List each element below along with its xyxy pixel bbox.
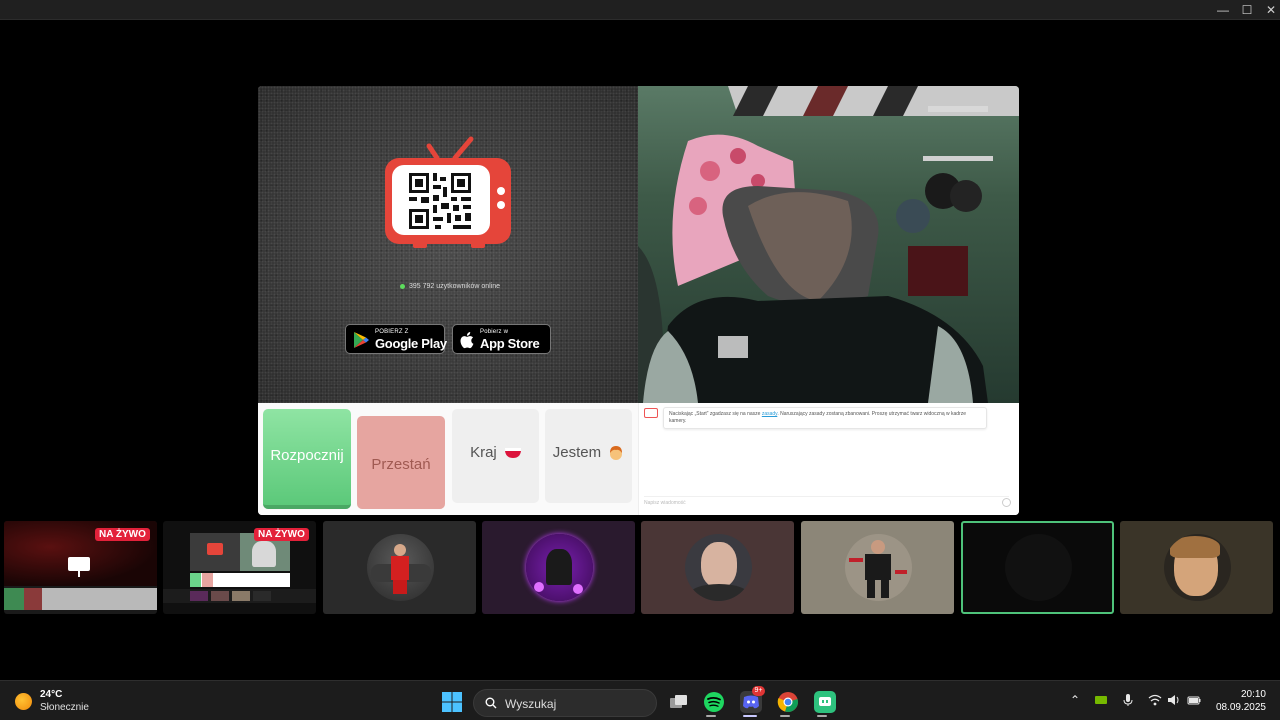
screen: — ☐ ✕ 395 792 użytkowników online POBIER…: [0, 0, 1280, 720]
emoji-icon[interactable]: [1002, 498, 1011, 507]
stop-button-label: Przestań: [371, 456, 431, 473]
discord-running-indicator: [743, 715, 757, 717]
own-video-placeholder: 395 792 użytkowników online POBIERZ Z Go…: [258, 86, 638, 403]
avatar: [1005, 534, 1072, 601]
country-selector-content: Kraj: [452, 444, 539, 461]
app-store-small-text: Pobierz w: [480, 329, 509, 335]
system-message-icon: [644, 408, 658, 418]
user-tile-8[interactable]: [1120, 521, 1273, 614]
apple-icon: [460, 332, 474, 349]
user-tile-3[interactable]: [323, 521, 476, 614]
app-store-label: App Store: [480, 336, 540, 351]
clock-date: 08.09.2025: [1215, 702, 1266, 713]
chat-app-icon[interactable]: [814, 691, 836, 713]
user-tile-5[interactable]: [641, 521, 794, 614]
stranger-video-frame: [638, 86, 1019, 403]
app-store-button[interactable]: Pobierz w App Store: [452, 324, 551, 354]
live-tile-1[interactable]: NA ŻYWO: [4, 521, 157, 614]
battery-icon[interactable]: [1187, 693, 1201, 707]
country-selector[interactable]: Kraj: [452, 409, 539, 503]
spotify-icon[interactable]: [703, 691, 725, 713]
tile-controls-strip: [190, 573, 290, 587]
chevron-up-icon[interactable]: ⌃: [1068, 693, 1082, 707]
sun-icon[interactable]: [15, 693, 32, 710]
chat-app-running-indicator: [817, 715, 827, 717]
monitor-stand: [78, 571, 80, 577]
live-badge: NA ŻYWO: [254, 528, 309, 541]
avatar: [845, 534, 912, 601]
maximize-icon[interactable]: ☐: [1236, 2, 1258, 18]
flag-icon: [504, 448, 521, 459]
tile-mini-taskbar: [163, 589, 316, 603]
chrome-icon[interactable]: [777, 691, 799, 713]
wifi-icon[interactable]: [1148, 693, 1162, 707]
volume-icon[interactable]: [1167, 693, 1181, 707]
message-text: Naciskając „Start” zgadzasz się na nasze: [669, 411, 762, 417]
stranger-video: [638, 86, 1019, 403]
clock[interactable]: 20:10 08.09.2025: [1210, 688, 1266, 714]
rules-link[interactable]: zasady: [762, 411, 777, 417]
weather-condition[interactable]: Słonecznie: [40, 702, 89, 713]
tv-qr-logo: [385, 136, 511, 248]
clock-time: 20:10: [1240, 689, 1266, 700]
start-button[interactable]: Rozpocznij: [263, 409, 351, 509]
window-titlebar: — ☐ ✕: [0, 0, 1280, 20]
google-play-label: Google Play: [375, 336, 447, 351]
user-tile-6[interactable]: [801, 521, 954, 614]
search-placeholder: Wyszukaj: [505, 697, 557, 711]
monitor-icon: [68, 557, 90, 571]
gender-selector-content: Jestem: [545, 444, 632, 461]
chat-input[interactable]: Napisz wiadomość: [644, 496, 1009, 508]
boy-icon: [610, 446, 623, 461]
google-play-small-text: POBIERZ Z: [375, 329, 409, 335]
taskbar: 24°C Słonecznie Wyszukaj ⌃ 20:10 08.09.2…: [0, 680, 1280, 720]
user-tile-4[interactable]: [482, 521, 635, 614]
microphone-icon[interactable]: [1121, 693, 1135, 707]
nvidia-icon[interactable]: [1094, 693, 1108, 707]
start-button-label: Rozpocznij: [270, 447, 344, 464]
minimize-icon[interactable]: —: [1212, 2, 1234, 18]
chrome-running-indicator: [780, 715, 790, 717]
avatar: [367, 534, 434, 601]
avatar: [1164, 534, 1231, 601]
windows-start-icon[interactable]: [442, 692, 462, 712]
country-label: Kraj: [470, 444, 497, 461]
google-play-button[interactable]: POBIERZ Z Google Play: [345, 324, 447, 354]
task-view-icon[interactable]: [667, 691, 689, 713]
tile-thumbnail-left: [190, 533, 240, 571]
close-icon[interactable]: ✕: [1260, 2, 1280, 18]
chat-area: Naciskając „Start” zgadzasz się na nasze…: [638, 403, 1019, 515]
search-icon: [485, 697, 497, 709]
gender-label: Jestem: [552, 444, 602, 461]
tile-strip: [4, 588, 157, 610]
taskbar-search[interactable]: Wyszukaj: [473, 689, 657, 717]
video-chat-panel: 395 792 użytkowników online POBIERZ Z Go…: [258, 86, 1019, 515]
system-message: Naciskając „Start” zgadzasz się na nasze…: [663, 407, 987, 429]
live-tile-2[interactable]: NA ŻYWO: [163, 521, 316, 614]
spotify-running-indicator: [706, 715, 716, 717]
google-play-icon: [354, 332, 369, 348]
discord-notification-badge: 9+: [752, 686, 765, 696]
online-status-icon: [400, 283, 405, 289]
chat-controls: Rozpocznij Przestań Kraj Jestem: [258, 403, 638, 515]
user-tile-7-selected[interactable]: [961, 521, 1114, 614]
online-users-count: 395 792 użytkowników online: [400, 283, 500, 290]
avatar: [685, 534, 752, 601]
stop-button[interactable]: Przestań: [357, 416, 445, 509]
avatar: [526, 534, 593, 601]
gender-selector[interactable]: Jestem: [545, 409, 632, 503]
weather-temperature[interactable]: 24°C: [40, 689, 62, 700]
live-badge: NA ŻYWO: [95, 528, 150, 541]
